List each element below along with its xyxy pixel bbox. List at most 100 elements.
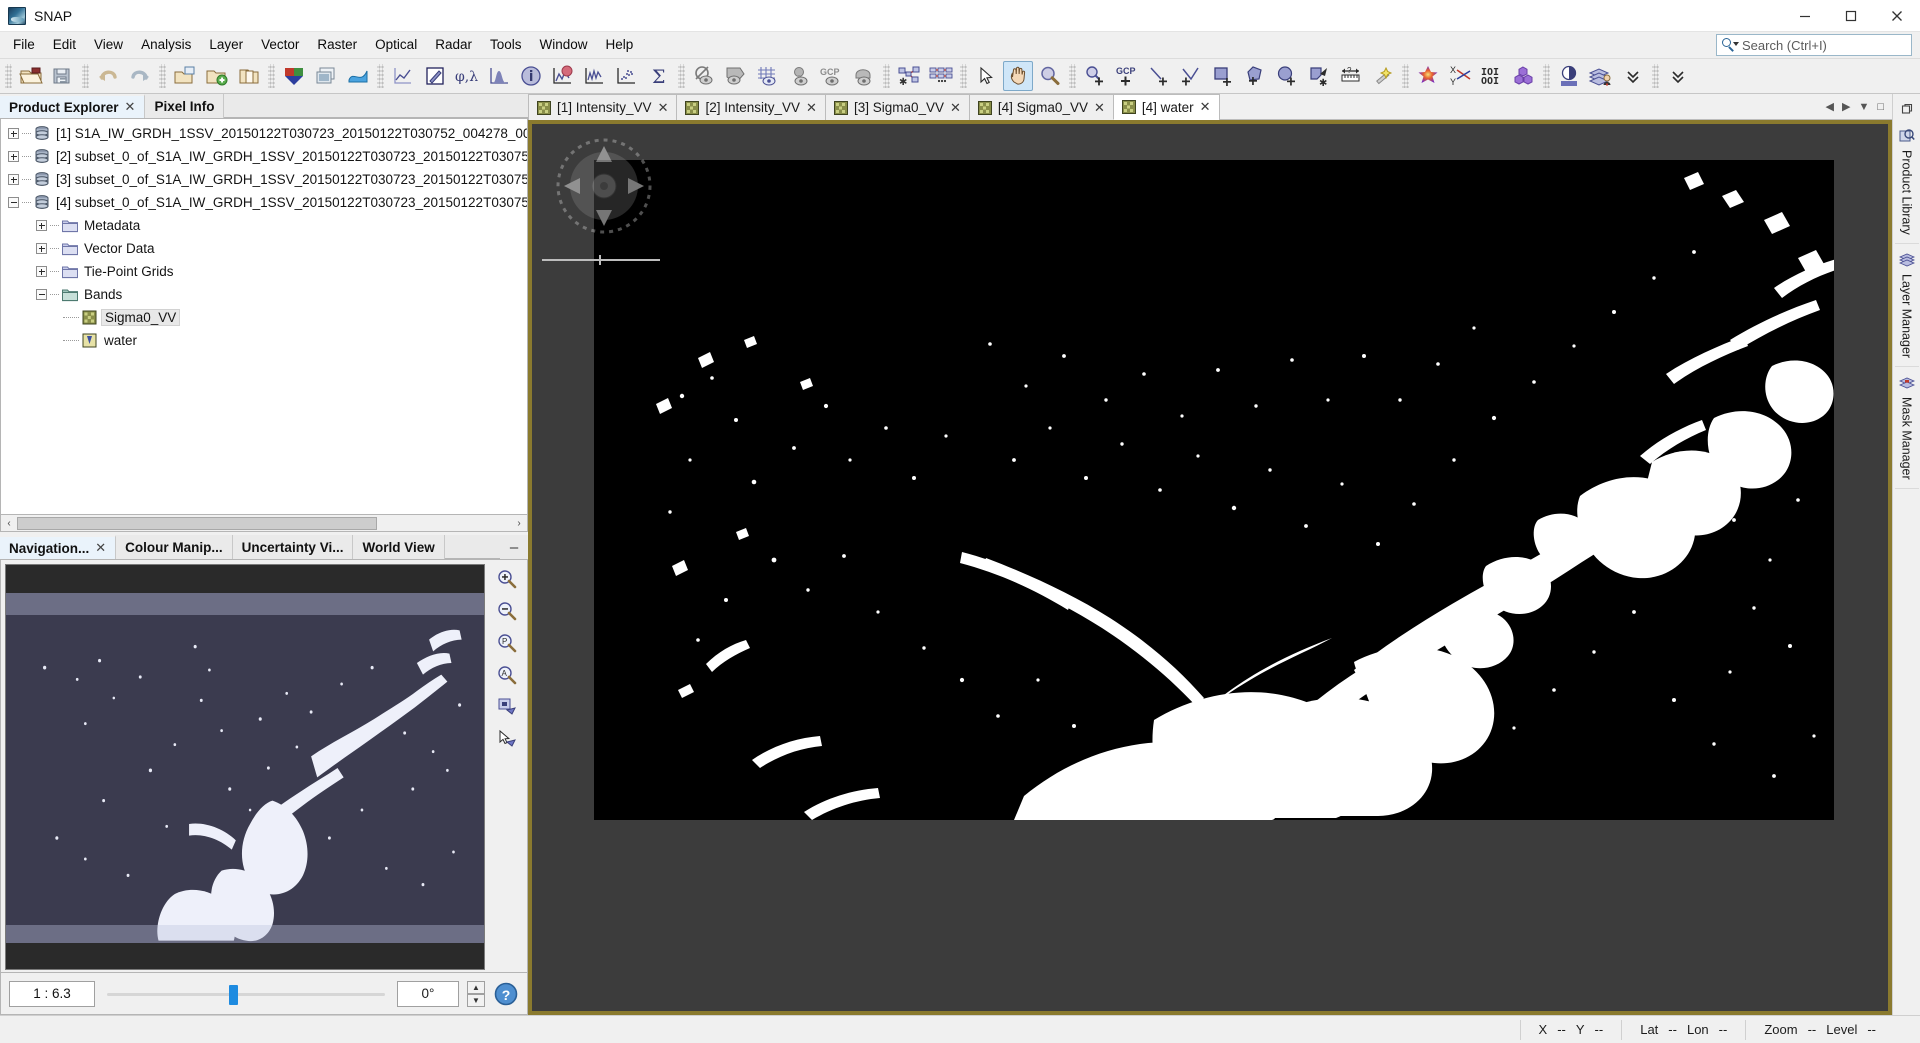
tree-row-water[interactable]: water [1,329,527,352]
doc-tab-3-close-icon[interactable]: ✕ [950,100,961,116]
toolbar-grip[interactable] [1069,64,1076,88]
menu-help[interactable]: Help [597,34,643,57]
toolbar-grip[interactable] [678,64,685,88]
nav-sync-views-button[interactable] [493,694,521,720]
tree-row-product-1[interactable]: [1] S1A_IW_GRDH_1SSV_20150122T030723_201… [1,122,527,145]
toolbar-overflow-2-button[interactable] [1663,61,1693,91]
histogram-button[interactable] [484,61,514,91]
image-view-button[interactable] [311,61,341,91]
selection-tool-button[interactable] [971,61,1001,91]
magic-stick-button[interactable]: ✱ [1304,61,1334,91]
zoom-slider[interactable] [103,981,389,1007]
statistics-button[interactable]: Σ [644,61,674,91]
rotation-field[interactable]: 0° [397,980,459,1007]
restore-window-icon[interactable] [1893,98,1920,120]
doc-tab-2-close-icon[interactable]: ✕ [806,100,817,116]
tab-navigation[interactable]: Navigation... ✕ [0,535,117,559]
right-tab-product-library[interactable]: Product Library [1894,120,1919,244]
geometry-overlay-button[interactable] [849,61,879,91]
navigation-compass-icon[interactable] [554,136,654,236]
toolbar-grip[interactable] [883,64,890,88]
toolbar-grip[interactable] [5,64,12,88]
tree-row-product-2[interactable]: [2] subset_0_of_S1A_IW_GRDH_1SSV_2015012… [1,145,527,168]
layer-manager-button[interactable] [1586,61,1616,91]
nav-zoom-pixel-button[interactable]: P [493,630,521,656]
product-tree[interactable]: [1] S1A_IW_GRDH_1SSV_20150122T030723_201… [0,119,528,515]
menu-optical[interactable]: Optical [366,34,426,57]
tree-row-sigma0-vv[interactable]: Sigma0_VV [1,306,527,329]
scatter-plot-button[interactable] [612,61,642,91]
polyline-drawing-button[interactable] [1176,61,1206,91]
search-input[interactable]: Search (Ctrl+I) [1716,34,1912,56]
tree-row-product-4[interactable]: [4] subset_0_of_S1A_IW_GRDH_1SSV_2015012… [1,191,527,214]
batch-processing-button[interactable] [926,61,956,91]
navigation-thumbnail[interactable] [5,564,485,970]
tab-pixel-info[interactable]: Pixel Info [145,94,225,118]
doc-tab-1-close-icon[interactable]: ✕ [658,100,669,116]
gcp-overlay-button[interactable]: GCP [817,61,847,91]
zoom-tool-button[interactable] [1035,61,1065,91]
rotation-spinner-down-icon[interactable]: ▼ [467,993,485,1007]
no-data-overlay-button[interactable] [689,61,719,91]
expander-minus-icon[interactable] [7,196,20,209]
colour-manip-button[interactable] [343,61,373,91]
minimize-button[interactable] [1782,0,1828,32]
menu-layer[interactable]: Layer [200,34,252,57]
information-button[interactable] [516,61,546,91]
graticule-overlay-button[interactable] [753,61,783,91]
tab-colour-manipulation[interactable]: Colour Manip... [116,535,233,559]
tab-product-explorer[interactable]: Product Explorer ✕ [0,94,146,118]
tab-product-explorer-close-icon[interactable]: ✕ [125,99,136,115]
rotation-spinner[interactable]: ▲ ▼ [467,980,485,1007]
doc-tab-5-close-icon[interactable]: ✕ [1200,99,1211,115]
expander-plus-icon[interactable] [7,127,20,140]
magic-wand-button[interactable] [1368,61,1398,91]
open-product-view-button[interactable] [234,61,264,91]
menu-vector[interactable]: Vector [252,34,308,57]
expander-plus-icon[interactable] [35,242,48,255]
graph-builder-button[interactable]: ✱ [894,61,924,91]
tab-uncertainty-visualisation[interactable]: Uncertainty Vi... [232,535,354,559]
navigation-viewport-bottom[interactable] [6,925,484,943]
toolbar-grip[interactable] [1402,64,1409,88]
add-product-button[interactable] [202,61,232,91]
profile-plot-button[interactable] [580,61,610,91]
maximize-button[interactable] [1828,0,1874,32]
hscroll-thumb[interactable] [17,516,377,530]
tab-navigation-close-icon[interactable]: ✕ [95,540,106,556]
close-button[interactable] [1874,0,1920,32]
product-tree-hscrollbar[interactable]: ‹ › [0,515,528,532]
expander-minus-icon[interactable] [35,288,48,301]
mask-overlay-button[interactable] [721,61,751,91]
geocoding-button[interactable]: φ,λ [452,61,482,91]
toolbar-grip[interactable] [1543,64,1550,88]
navigation-viewport-top[interactable] [6,593,484,615]
menu-file[interactable]: File [4,34,44,57]
doc-tab-4-close-icon[interactable]: ✕ [1094,100,1105,116]
rectangle-drawing-button[interactable] [1208,61,1238,91]
toolbar-grip[interactable] [960,64,967,88]
help-button[interactable]: ? [493,981,519,1007]
tabs-scroll-left-button[interactable]: ◀ [1826,100,1834,113]
navigation-minimize-button[interactable]: – [500,535,528,559]
tabs-list-button[interactable]: ▼ [1858,101,1869,113]
tree-row-vector-data[interactable]: Vector Data [1,237,527,260]
rotation-spinner-up-icon[interactable]: ▲ [467,980,485,994]
colour-star-button[interactable] [1413,61,1443,91]
tree-row-metadata[interactable]: Metadata [1,214,527,237]
plot-button[interactable] [388,61,418,91]
redo-button[interactable] [125,61,155,91]
menu-raster[interactable]: Raster [308,34,366,57]
measure-button[interactable]: ? [1336,61,1366,91]
contrast-button[interactable] [1554,61,1584,91]
menu-analysis[interactable]: Analysis [132,34,200,57]
doc-tab-3-sigma0-vv[interactable]: [3] Sigma0_VV ✕ [824,94,970,120]
right-tab-mask-manager[interactable]: Mask Manager [1894,367,1919,489]
save-product-button[interactable] [48,61,78,91]
tree-row-product-3[interactable]: [3] subset_0_of_S1A_IW_GRDH_1SSV_2015012… [1,168,527,191]
toolbar-grip[interactable] [82,64,89,88]
tree-row-tie-point-grids[interactable]: Tie-Point Grids [1,260,527,283]
nav-zoom-in-button[interactable] [493,566,521,592]
zoom-ratio-field[interactable]: 1 : 6.3 [9,980,95,1007]
info-plot-button[interactable] [548,61,578,91]
